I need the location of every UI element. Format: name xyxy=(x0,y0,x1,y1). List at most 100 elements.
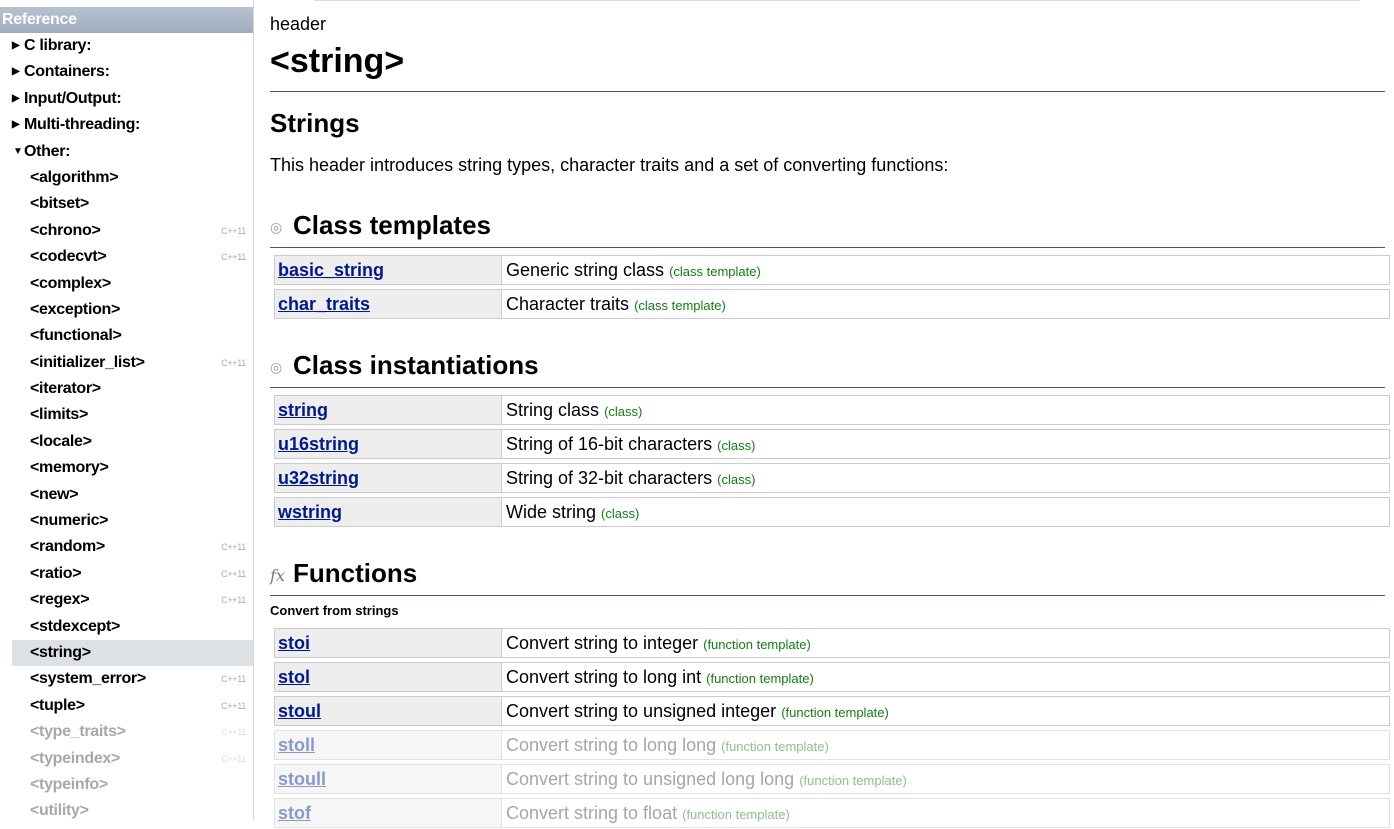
nav-item-ratio[interactable]: <ratio> C++11 xyxy=(0,561,253,587)
row-desc: String class xyxy=(506,400,600,420)
row-kind-tag: (function template) xyxy=(781,705,889,720)
nav-category-containers[interactable]: ▶ Containers: xyxy=(0,59,253,85)
row-name-cell: stoi xyxy=(275,629,502,657)
row-desc: Wide string xyxy=(506,502,597,522)
nav-item-tuple[interactable]: <tuple> C++11 xyxy=(0,693,253,719)
row-desc-cell: Convert string to unsigned long long (fu… xyxy=(502,765,1389,793)
row-desc: String of 16-bit characters xyxy=(506,434,713,454)
link-stoll[interactable]: stoll xyxy=(278,735,315,755)
nav-item-numeric[interactable]: <numeric> xyxy=(0,508,253,534)
nav-item-codecvt[interactable]: <codecvt> C++11 xyxy=(0,244,253,270)
nav-item-label: <regex> xyxy=(30,591,90,609)
nav-item-utility[interactable]: <utility> xyxy=(0,798,253,820)
row-kind-tag: (class template) xyxy=(669,264,761,279)
nav-item-iterator[interactable]: <iterator> xyxy=(0,376,253,402)
row-name-cell: stoul xyxy=(275,697,502,725)
link-char-traits[interactable]: char_traits xyxy=(278,294,370,314)
nav-item-random[interactable]: <random> C++11 xyxy=(0,534,253,560)
nav-item-stdexcept[interactable]: <stdexcept> xyxy=(0,614,253,640)
nav-item-bitset[interactable]: <bitset> xyxy=(0,191,253,217)
row-kind-tag: (class) xyxy=(717,472,756,487)
row-kind-tag: (class) xyxy=(717,438,756,453)
section-divider xyxy=(270,387,1385,388)
table-row: stoi Convert string to integer (function… xyxy=(274,628,1390,658)
link-stoi[interactable]: stoi xyxy=(278,633,310,653)
nav-item-chrono[interactable]: <chrono> C++11 xyxy=(0,218,253,244)
link-stof[interactable]: stof xyxy=(278,803,311,823)
page-heading: Strings xyxy=(270,108,360,138)
nav-category-c-library[interactable]: ▶ C library: xyxy=(0,33,253,59)
row-desc-cell: String class (class) xyxy=(502,396,1389,424)
nav-item-label: <system_error> xyxy=(30,670,146,688)
nav-item-new[interactable]: <new> xyxy=(0,482,253,508)
nav-item-string[interactable]: <string> xyxy=(12,639,253,667)
row-desc-cell: Convert string to unsigned integer (func… xyxy=(502,697,1389,725)
triangle-down-icon: ▼ xyxy=(13,145,23,157)
section-heading-functions: fx Functions xyxy=(270,558,417,589)
row-name-cell: stof xyxy=(275,799,502,827)
triangle-right-icon: ▶ xyxy=(12,92,20,104)
nav-item-algorithm[interactable]: <algorithm> xyxy=(0,165,253,191)
link-wstring[interactable]: wstring xyxy=(278,502,342,522)
nav-item-label: <new> xyxy=(30,485,79,503)
nav-item-regex[interactable]: <regex> C++11 xyxy=(0,587,253,613)
nav-item-initializer-list[interactable]: <initializer_list> C++11 xyxy=(0,350,253,376)
row-name-cell: stol xyxy=(275,663,502,691)
nav-item-locale[interactable]: <locale> xyxy=(0,429,253,455)
link-stoull[interactable]: stoull xyxy=(278,769,326,789)
nav-item-system-error[interactable]: <system_error> C++11 xyxy=(0,666,253,692)
sidebar: Reference ▶ C library: ▶ Containers: ▶ Inpu… xyxy=(0,0,254,820)
title-divider xyxy=(270,91,1385,92)
nav-item-label: <codecvt> xyxy=(30,248,107,266)
nav-item-functional[interactable]: <functional> xyxy=(0,323,253,349)
nav-item-label: <type_traits> xyxy=(30,723,126,741)
row-kind-tag: (function template) xyxy=(703,637,811,652)
cpp11-badge: C++11 xyxy=(221,674,246,685)
nav-category-multi-threading[interactable]: ▶ Multi-threading: xyxy=(0,112,253,138)
cpp11-badge: C++11 xyxy=(221,357,246,368)
triangle-right-icon: ▶ xyxy=(12,119,20,131)
breadcrumb: header xyxy=(270,14,327,34)
nav-item-type-traits[interactable]: <type_traits> C++11 xyxy=(0,719,253,745)
nav-category-input-output[interactable]: ▶ Input/Output: xyxy=(0,86,253,112)
nav-item-typeinfo[interactable]: <typeinfo> xyxy=(0,772,253,798)
link-stol[interactable]: stol xyxy=(278,667,310,687)
nav-item-label: <locale> xyxy=(30,432,92,450)
row-desc: Convert string to long int xyxy=(506,667,702,687)
intro-text: This header introduces string types, cha… xyxy=(270,155,949,175)
nav-item-complex[interactable]: <complex> xyxy=(0,271,253,297)
nav-category-other[interactable]: ▼ Other: xyxy=(0,139,253,165)
row-kind-tag: (function template) xyxy=(706,671,814,686)
nav-category-label: Input/Output: xyxy=(24,89,122,107)
nav-item-label: <typeindex> xyxy=(30,749,121,767)
nav-item-typeindex[interactable]: <typeindex> C++11 xyxy=(0,746,253,772)
row-kind-tag: (class template) xyxy=(634,298,726,313)
cpp11-badge: C++11 xyxy=(221,225,246,236)
nav-item-exception[interactable]: <exception> xyxy=(0,297,253,323)
row-desc: Generic string class xyxy=(506,260,665,280)
table-row: basic_string Generic string class (class… xyxy=(274,255,1390,285)
nav-item-limits[interactable]: <limits> xyxy=(0,402,253,428)
link-u16string[interactable]: u16string xyxy=(278,434,359,454)
row-desc: String of 32-bit characters xyxy=(506,468,713,488)
sidebar-title[interactable]: Reference xyxy=(0,7,253,33)
nav-item-label: <typeinfo> xyxy=(30,775,108,793)
link-string[interactable]: string xyxy=(278,400,328,420)
link-basic-string[interactable]: basic_string xyxy=(278,260,384,280)
nav-item-label: <numeric> xyxy=(30,512,109,530)
nav-category-label: Multi-threading: xyxy=(24,116,141,134)
row-desc-cell: Convert string to integer (function temp… xyxy=(502,629,1389,657)
row-desc-cell: Generic string class (class template) xyxy=(502,256,1389,284)
row-name-cell: char_traits xyxy=(275,290,502,318)
link-u32string[interactable]: u32string xyxy=(278,468,359,488)
nav-item-memory[interactable]: <memory> xyxy=(0,455,253,481)
link-stoul[interactable]: stoul xyxy=(278,701,321,721)
nav-category-label: Containers: xyxy=(24,63,110,81)
row-name-cell: stoll xyxy=(275,731,502,759)
triangle-right-icon: ▶ xyxy=(12,40,20,51)
row-kind-tag: (class) xyxy=(604,404,643,419)
table-row: stoul Convert string to unsigned integer… xyxy=(274,696,1390,726)
table-row: stoll Convert string to long long (funct… xyxy=(274,730,1390,760)
table-row: u32string String of 32-bit characters (c… xyxy=(274,463,1390,493)
triangle-right-icon: ▶ xyxy=(12,66,20,78)
